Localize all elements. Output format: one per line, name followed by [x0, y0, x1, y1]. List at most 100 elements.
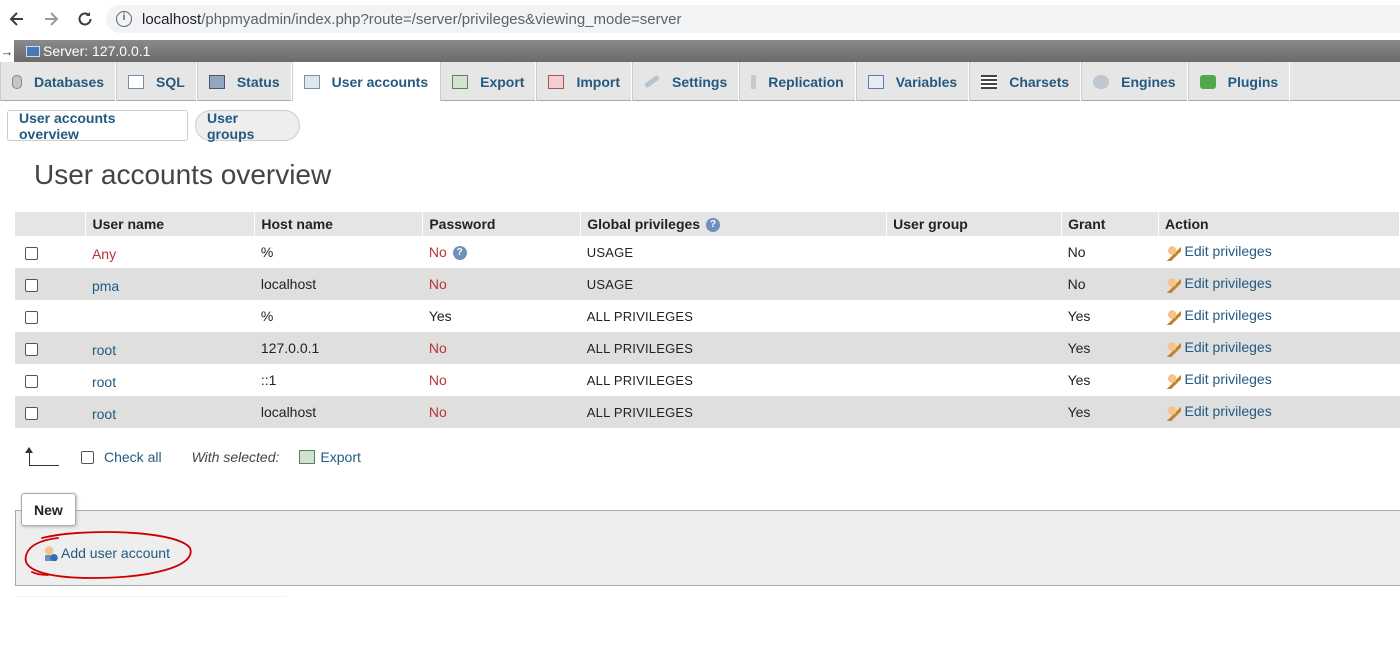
- grant-value: Yes: [1061, 364, 1159, 396]
- bulk-export-button[interactable]: Export: [320, 449, 360, 465]
- edit-privileges-link[interactable]: Edit privileges: [1158, 396, 1400, 428]
- user-accounts-table: User name Host name Password Global priv…: [15, 212, 1400, 428]
- tab-import[interactable]: Import: [536, 62, 633, 101]
- tab-user-accounts[interactable]: User accounts: [291, 62, 441, 102]
- host-name: localhost: [254, 396, 423, 428]
- password-status: No: [422, 332, 581, 364]
- edit-privileges-link[interactable]: Edit privileges: [1158, 332, 1400, 364]
- header-label: Global privileges: [587, 215, 701, 232]
- variables-icon: [867, 74, 884, 89]
- header-global-privileges[interactable]: Global privileges?: [580, 212, 888, 236]
- table-row: root 127.0.0.1 No ALL PRIVILEGES Yes Edi…: [15, 332, 1400, 364]
- table-row: pma localhost No USAGE No Edit privilege…: [15, 268, 1400, 300]
- address-bar[interactable]: i localhost/phpmyadmin/index.php?route=/…: [106, 5, 1400, 33]
- forward-arrow-icon[interactable]: [34, 2, 68, 36]
- global-privileges: ALL PRIVILEGES: [580, 364, 887, 396]
- tab-label: Status: [236, 73, 280, 90]
- password-status: No: [422, 364, 581, 396]
- user-name: pma: [85, 268, 255, 300]
- row-checkbox[interactable]: [25, 310, 38, 324]
- grant-value: No: [1061, 236, 1159, 268]
- tab-charsets[interactable]: Charsets: [969, 62, 1082, 101]
- edit-privileges-link[interactable]: Edit privileges: [1158, 300, 1400, 332]
- host-name: %: [254, 236, 423, 268]
- server-icon: [26, 45, 40, 57]
- plugins-icon: [1199, 74, 1216, 89]
- header-user-name[interactable]: User name: [85, 212, 256, 236]
- help-icon[interactable]: ?: [452, 246, 467, 261]
- page-title: User accounts overview: [34, 159, 332, 190]
- row-checkbox[interactable]: [25, 246, 38, 260]
- table-row: root ::1 No ALL PRIVILEGES Yes Edit priv…: [15, 364, 1400, 396]
- tab-engines[interactable]: Engines: [1081, 62, 1188, 101]
- row-checkbox[interactable]: [25, 342, 38, 356]
- tab-sql[interactable]: SQL: [116, 62, 197, 101]
- edit-privileges-link[interactable]: Edit privileges: [1158, 268, 1400, 300]
- tab-label: Variables: [895, 73, 958, 90]
- tab-replication[interactable]: Replication: [739, 62, 856, 101]
- info-icon[interactable]: i: [116, 11, 132, 27]
- header-grant[interactable]: Grant: [1061, 212, 1160, 236]
- tab-label: User accounts: [331, 73, 429, 90]
- subtab-user-accounts-overview[interactable]: User accounts overview: [7, 110, 188, 142]
- subtab-user-groups[interactable]: User groups: [195, 110, 300, 142]
- with-selected-label: With selected:: [191, 449, 280, 465]
- tab-plugins[interactable]: Plugins: [1187, 62, 1291, 101]
- action-label: Edit privileges: [1184, 307, 1272, 324]
- export-icon: [452, 74, 469, 89]
- user-name: root: [85, 364, 255, 396]
- user-name: [85, 300, 255, 332]
- tab-settings[interactable]: Settings: [632, 62, 740, 101]
- help-icon[interactable]: ?: [706, 218, 721, 233]
- tab-status[interactable]: Status: [196, 62, 292, 101]
- tab-export[interactable]: Export: [440, 62, 537, 101]
- edit-privileges-icon: [1164, 308, 1181, 325]
- user-name: Any: [85, 236, 255, 268]
- tab-databases[interactable]: Databases: [0, 62, 117, 101]
- bulk-actions-bar: Check all With selected: Export: [25, 446, 361, 468]
- password-value: No: [428, 243, 447, 260]
- new-section-legend: New: [21, 493, 76, 526]
- back-arrow-icon[interactable]: [0, 2, 34, 36]
- tab-variables[interactable]: Variables: [855, 62, 970, 101]
- global-privileges: USAGE: [580, 236, 887, 268]
- export-icon[interactable]: [299, 450, 316, 464]
- tab-label: SQL: [156, 73, 185, 90]
- edit-privileges-link[interactable]: Edit privileges: [1158, 236, 1400, 268]
- user-accounts-icon: [303, 74, 320, 89]
- row-checkbox[interactable]: [25, 278, 38, 292]
- user-group: [886, 332, 1062, 364]
- charsets-icon: [981, 74, 998, 89]
- row-checkbox[interactable]: [25, 406, 38, 420]
- host-name: ::1: [254, 364, 423, 396]
- sql-icon: [128, 74, 145, 89]
- tab-label: Import: [576, 73, 621, 90]
- edit-privileges-link[interactable]: Edit privileges: [1158, 364, 1400, 396]
- row-checkbox[interactable]: [25, 374, 38, 388]
- grant-value: Yes: [1061, 300, 1159, 332]
- header-user-group[interactable]: User group: [886, 212, 1063, 236]
- edit-privileges-icon: [1164, 276, 1181, 293]
- user-name: root: [85, 332, 255, 364]
- collapse-arrow-icon[interactable]: →: [0, 40, 14, 62]
- user-group: [886, 300, 1062, 332]
- browser-toolbar: i localhost/phpmyadmin/index.php?route=/…: [0, 0, 1400, 38]
- global-privileges: ALL PRIVILEGES: [580, 396, 887, 428]
- password-status: No: [422, 268, 581, 300]
- header-password[interactable]: Password: [422, 212, 582, 236]
- check-all-label[interactable]: Check all: [104, 449, 162, 465]
- check-all-checkbox[interactable]: [81, 450, 94, 464]
- top-menu-tabs: Databases SQL Status User accounts Expor…: [0, 62, 1400, 102]
- url-path: /phpmyadmin/index.php?route=/server/priv…: [201, 10, 682, 28]
- server-label[interactable]: Server: 127.0.0.1: [43, 43, 150, 59]
- grant-value: Yes: [1061, 332, 1159, 364]
- host-name: %: [254, 300, 423, 332]
- user-group: [886, 364, 1062, 396]
- database-icon: [12, 74, 22, 89]
- user-group: [886, 268, 1062, 300]
- action-label: Edit privileges: [1184, 339, 1272, 356]
- tab-label: Export: [480, 73, 525, 90]
- reload-icon[interactable]: [68, 2, 102, 36]
- edit-privileges-icon: [1164, 340, 1181, 357]
- header-host-name[interactable]: Host name: [254, 212, 424, 236]
